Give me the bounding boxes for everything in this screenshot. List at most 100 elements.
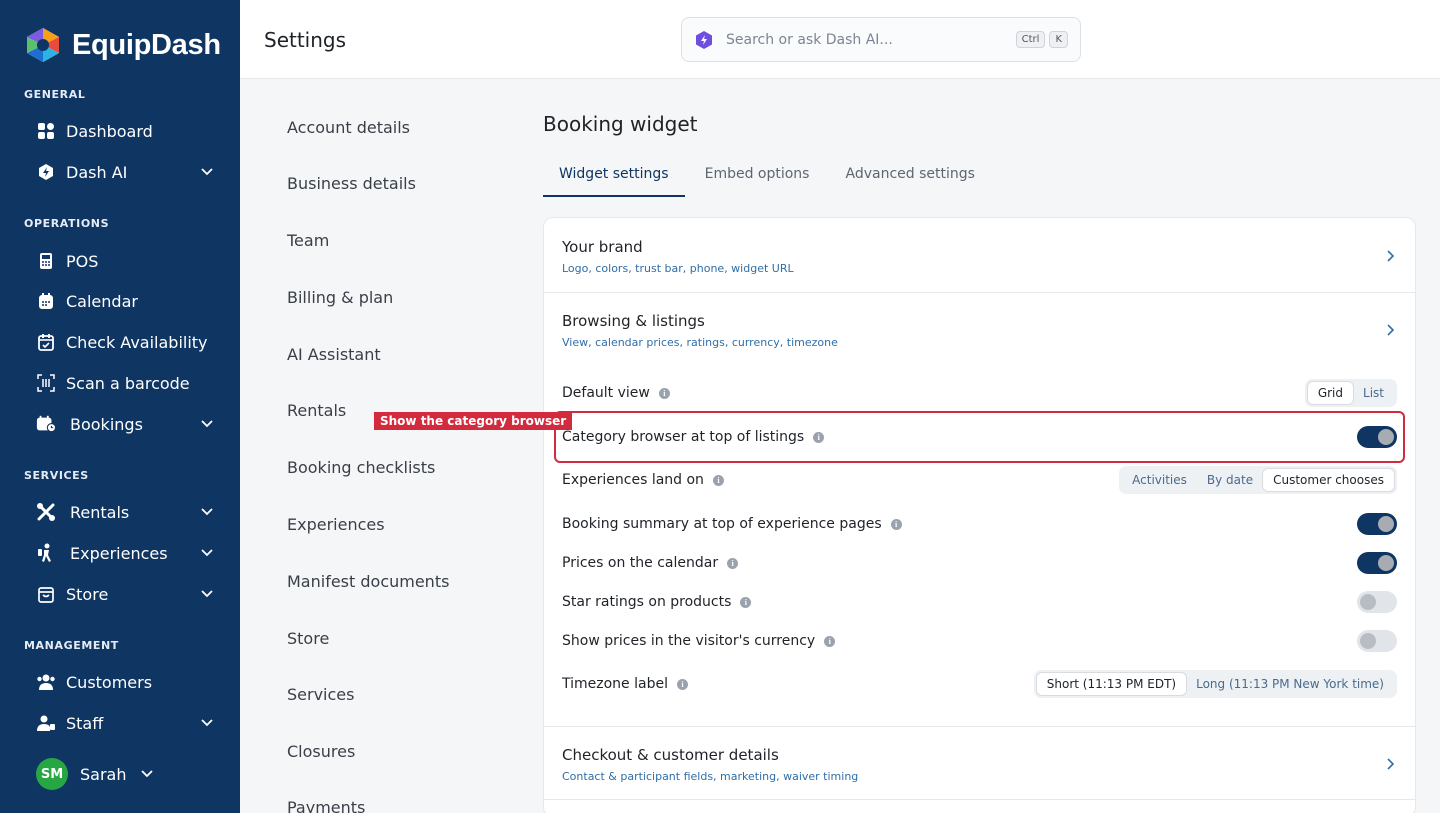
tab-widget-settings[interactable]: Widget settings [543,160,685,197]
sidebar-item-scan-barcode[interactable]: Scan a barcode [36,366,214,400]
setting-booking-summary: Booking summary at top of experience pag… [562,509,1397,539]
group-title: Browsing & listings [562,312,705,330]
settings-nav-manifest-documents[interactable]: Manifest documents [287,572,449,591]
info-icon[interactable]: i [676,678,688,690]
chevron-down-icon[interactable] [140,765,154,784]
setting-label: Default view [562,385,650,401]
option-short[interactable]: Short (11:13 PM EDT) [1036,673,1187,695]
tab-embed-options[interactable]: Embed options [689,160,826,197]
sidebar-item-experiences[interactable]: Experiences [36,536,214,570]
booking-summary-toggle[interactable] [1357,513,1397,535]
option-activities[interactable]: Activities [1122,469,1197,491]
settings-nav-payments[interactable]: Payments [287,798,365,813]
group-subtitle: Logo, colors, trust bar, phone, widget U… [562,262,794,275]
setting-label: Show prices in the visitor's currency [562,633,816,649]
settings-nav-closures[interactable]: Closures [287,742,355,761]
group-checkout-customer-details[interactable]: Checkout & customer details Contact & pa… [544,727,1415,799]
option-customer-chooses[interactable]: Customer chooses [1263,469,1394,491]
option-long[interactable]: Long (11:13 PM New York time) [1186,673,1394,695]
customers-icon [36,672,56,692]
info-icon[interactable]: i [712,474,724,486]
section-operations: OPERATIONS [24,217,110,230]
pos-terminal-icon [36,251,56,271]
sidebar-item-staff[interactable]: Staff [36,706,214,740]
sidebar-item-calendar[interactable]: Calendar [36,284,214,318]
settings-nav-team[interactable]: Team [287,231,329,250]
grid-icon [36,121,56,141]
option-list[interactable]: List [1353,382,1394,404]
chevron-down-icon[interactable] [200,714,214,733]
option-by-date[interactable]: By date [1197,469,1263,491]
sidebar-item-dashboard[interactable]: Dashboard [36,114,214,148]
highlight-box [554,411,1405,463]
option-grid[interactable]: Grid [1307,382,1354,404]
visitor-currency-toggle[interactable] [1357,630,1397,652]
staff-icon [36,713,56,733]
calendar-prices-toggle[interactable] [1357,552,1397,574]
sidebar-item-label: Experiences [70,543,168,563]
settings-nav-account-details[interactable]: Account details [287,118,410,137]
settings-nav-billing[interactable]: Billing & plan [287,288,393,307]
chevron-down-icon[interactable] [200,544,214,563]
settings-nav-rentals[interactable]: Rentals [287,401,346,420]
settings-nav-store[interactable]: Store [287,629,329,648]
sidebar-item-pos[interactable]: POS [36,244,214,278]
star-ratings-toggle[interactable] [1357,591,1397,613]
setting-experiences-land-on: Experiences land on i Activities By date… [562,465,1397,495]
sidebar-item-label: Bookings [70,414,143,434]
settings-nav-experiences[interactable]: Experiences [287,515,385,534]
chevron-down-icon[interactable] [200,585,214,604]
barcode-scan-icon [36,373,56,393]
settings-nav-business-details[interactable]: Business details [287,174,416,193]
info-icon[interactable]: i [740,596,752,608]
toggle-knob [1378,516,1394,532]
sidebar-item-label: Calendar [66,291,138,311]
settings-nav-services[interactable]: Services [287,685,354,704]
section-title: Booking widget [543,112,698,136]
setting-label: Experiences land on [562,472,704,488]
sidebar-item-label: Scan a barcode [66,373,190,393]
search-bar[interactable]: Search or ask Dash AI... Ctrl K [681,17,1081,62]
group-browsing-listings[interactable]: Browsing & listings View, calendar price… [544,293,1415,363]
sidebar-item-store[interactable]: Store [36,577,214,611]
sidebar-item-label: POS [66,251,99,271]
info-icon[interactable]: i [890,518,902,530]
sidebar-item-customers[interactable]: Customers [36,665,214,699]
toggle-knob [1360,633,1376,649]
section-management: MANAGEMENT [24,639,119,652]
bookings-icon [36,414,56,434]
dash-ai-icon [694,30,714,50]
settings-nav-booking-checklists[interactable]: Booking checklists [287,458,435,477]
setting-calendar-prices: Prices on the calendar i [562,548,1397,578]
sidebar-item-label: Dashboard [66,121,153,141]
logo[interactable]: EquipDash [0,0,240,90]
user-menu[interactable]: SM Sarah [36,757,154,791]
setting-visitor-currency: Show prices in the visitor's currency i [562,626,1397,656]
sidebar-item-label: Check Availability [66,332,208,352]
sidebar: EquipDash GENERAL Dashboard Dash AI OPER… [0,0,240,813]
rentals-icon [36,502,56,522]
sidebar-item-label: Staff [66,713,104,733]
info-icon[interactable]: i [658,387,670,399]
settings-nav-ai-assistant[interactable]: AI Assistant [287,345,381,364]
sidebar-item-check-availability[interactable]: Check Availability [36,325,214,359]
setting-label: Prices on the calendar [562,555,719,571]
sidebar-item-label: Rentals [70,502,130,522]
search-input[interactable]: Search or ask Dash AI... [726,32,1012,48]
info-icon[interactable]: i [824,635,836,647]
sidebar-item-bookings[interactable]: Bookings [36,407,214,441]
sidebar-item-rentals[interactable]: Rentals [36,495,214,529]
chevron-down-icon[interactable] [200,163,214,182]
setting-timezone-label: Timezone label i Short (11:13 PM EDT) Lo… [562,669,1397,699]
sidebar-item-dash-ai[interactable]: Dash AI [36,155,214,189]
page-title: Settings [264,28,347,52]
group-your-brand[interactable]: Your brand Logo, colors, trust bar, phon… [544,218,1415,292]
chevron-down-icon[interactable] [200,415,214,434]
tab-advanced-settings[interactable]: Advanced settings [829,160,990,197]
store-bag-icon [36,584,56,604]
chevron-right-icon [1385,756,1395,775]
app-name: EquipDash [72,28,221,61]
info-icon[interactable]: i [727,557,739,569]
chevron-down-icon[interactable] [200,503,214,522]
sidebar-item-label: Store [66,584,109,604]
